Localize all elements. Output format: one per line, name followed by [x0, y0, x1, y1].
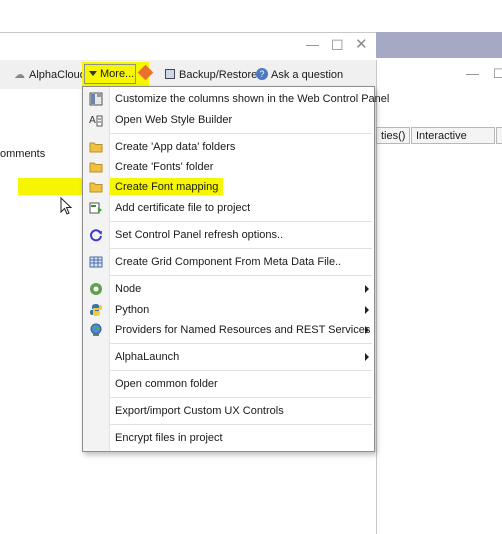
- submenu-arrow-icon: [365, 353, 369, 361]
- menu-item-label: Create 'Fonts' folder: [115, 161, 214, 173]
- columns-icon: [89, 92, 103, 106]
- menu-separator: [110, 221, 372, 222]
- menu-item-create-font-mapping[interactable]: Create Font mapping: [83, 177, 374, 197]
- menu-item-label: Open Web Style Builder: [115, 114, 233, 126]
- help-icon: ?: [256, 68, 268, 80]
- menu-separator: [110, 248, 372, 249]
- menu-item-label: Add certificate file to project: [115, 202, 251, 214]
- menu-item-add-certificate[interactable]: Add certificate file to project: [83, 198, 374, 218]
- node-icon: [90, 283, 102, 295]
- backup-icon: [165, 69, 175, 79]
- folder-icon: [89, 182, 103, 193]
- more-button[interactable]: More...: [84, 64, 136, 84]
- ask-question-button[interactable]: Ask a question: [271, 66, 343, 84]
- pane-maximize-icon[interactable]: ☐: [493, 66, 502, 82]
- minimize-icon[interactable]: —: [306, 38, 319, 52]
- menu-item-label: Create Grid Component From Meta Data Fil…: [115, 256, 342, 268]
- menu-item-node[interactable]: Node: [83, 279, 374, 299]
- menu-item-open-common-folder[interactable]: Open common folder: [83, 374, 374, 394]
- tab-interactive[interactable]: Interactive: [411, 127, 495, 144]
- menu-item-python[interactable]: Python: [83, 300, 374, 320]
- menu-item-label: Providers for Named Resources and REST S…: [115, 324, 371, 336]
- python-icon: [90, 304, 102, 316]
- alphacloud-button[interactable]: AlphaCloud: [29, 66, 86, 84]
- menu-item-label: Python: [115, 304, 150, 316]
- backup-restore-button[interactable]: Backup/Restore: [179, 66, 257, 84]
- menu-item-label: Customize the columns shown in the Web C…: [115, 93, 390, 105]
- menu-separator: [110, 343, 372, 344]
- more-button-label: More...: [100, 68, 135, 80]
- menu-item-providers[interactable]: Providers for Named Resources and REST S…: [83, 320, 374, 340]
- menu-separator: [110, 370, 372, 371]
- menu-item-label: Create Font mapping: [115, 181, 219, 193]
- menu-item-create-app-data-folders[interactable]: Create 'App data' folders: [83, 137, 374, 157]
- menu-item-label: Set Control Panel refresh options..: [115, 229, 284, 241]
- tab-more[interactable]: [496, 127, 502, 144]
- svg-text:A: A: [89, 115, 96, 126]
- desktop-background: [0, 0, 502, 32]
- menu-separator: [110, 397, 372, 398]
- grid-icon: [89, 256, 103, 268]
- submenu-arrow-icon: [365, 285, 369, 293]
- maximize-icon[interactable]: ☐: [331, 38, 344, 52]
- submenu-arrow-icon: [365, 306, 369, 314]
- window-border: [0, 32, 376, 33]
- certificate-icon: [89, 202, 102, 214]
- menu-item-label: Export/import Custom UX Controls: [115, 405, 284, 417]
- menu-item-customize-columns[interactable]: Customize the columns shown in the Web C…: [83, 89, 389, 109]
- background-window-titlebar: [376, 32, 502, 58]
- menu-separator: [110, 133, 372, 134]
- mouse-cursor-icon: [60, 197, 73, 215]
- menu-item-label: Node: [115, 283, 142, 295]
- globe-icon: [90, 323, 102, 336]
- cloud-icon: ☁: [14, 69, 25, 81]
- menu-item-encrypt-files[interactable]: Encrypt files in project: [83, 428, 374, 448]
- menu-item-refresh-options[interactable]: Set Control Panel refresh options..: [83, 225, 374, 245]
- menu-item-label: Open common folder: [115, 378, 218, 390]
- menu-item-label: Encrypt files in project: [115, 432, 223, 444]
- style-builder-icon: A: [89, 115, 103, 127]
- folder-icon: [89, 142, 103, 153]
- menu-separator: [110, 424, 372, 425]
- menu-item-create-grid-component[interactable]: Create Grid Component From Meta Data Fil…: [83, 252, 374, 272]
- folder-icon: [89, 162, 103, 173]
- menu-item-export-import-ux-controls[interactable]: Export/import Custom UX Controls: [83, 401, 374, 421]
- menu-item-alphalaunch[interactable]: AlphaLaunch: [83, 347, 374, 367]
- tab-properties[interactable]: ties(): [376, 127, 411, 144]
- menu-item-label: Create 'App data' folders: [115, 141, 236, 153]
- refresh-icon: [90, 229, 102, 242]
- dropdown-arrow-icon: [89, 71, 97, 76]
- comments-label: omments: [0, 148, 46, 160]
- menu-item-label: AlphaLaunch: [115, 351, 180, 363]
- close-icon[interactable]: ✕: [355, 37, 368, 52]
- menu-item-create-fonts-folder[interactable]: Create 'Fonts' folder: [83, 157, 374, 177]
- menu-separator: [110, 275, 372, 276]
- submenu-arrow-icon: [365, 326, 369, 334]
- pane-minimize-icon[interactable]: —: [466, 66, 479, 81]
- menu-item-web-style-builder[interactable]: A Open Web Style Builder: [83, 110, 374, 130]
